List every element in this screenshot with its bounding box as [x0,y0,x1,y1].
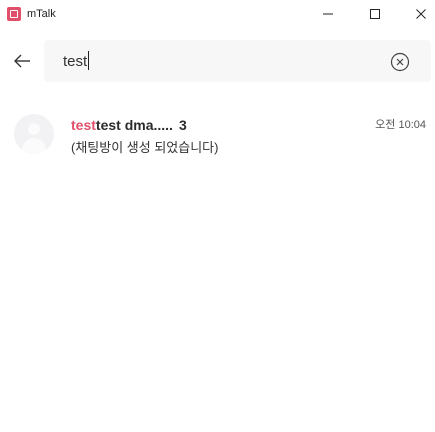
close-icon [416,9,426,19]
maximize-icon [370,9,380,19]
maximize-button[interactable] [352,0,398,28]
search-input[interactable]: test [63,51,90,72]
app-title: mTalk [27,8,56,20]
last-message-time: 오전 10:04 [375,119,426,131]
back-button[interactable] [8,49,36,73]
member-count: 3 [178,117,187,133]
search-field-background [44,40,431,82]
minimize-icon [323,13,333,15]
clear-search-button[interactable] [389,51,411,73]
minimize-button[interactable] [305,0,351,28]
arrow-left-icon [14,54,30,68]
last-message-preview: (채팅방이 생성 되었습니다) [71,140,219,155]
title-bar: mTalk [0,0,435,28]
search-match-highlight: test [71,117,96,133]
chat-room-name-rest: test dma..... [95,117,173,133]
search-bar: test [0,40,431,82]
chat-room-name: testtest dma..... 3 [71,116,187,134]
circle-x-icon [390,52,410,72]
close-button[interactable] [398,0,435,28]
app-logo-icon [7,7,21,21]
chat-room-list-item[interactable]: testtest dma..... 3 오전 10:04 (채팅방이 생성 되었습… [0,110,435,166]
default-avatar-icon [14,114,54,154]
search-input-value: test [63,53,88,70]
text-caret [88,51,90,70]
app-window: mTalk test testtest dma..... 3 오전 10:04 … [0,0,435,432]
